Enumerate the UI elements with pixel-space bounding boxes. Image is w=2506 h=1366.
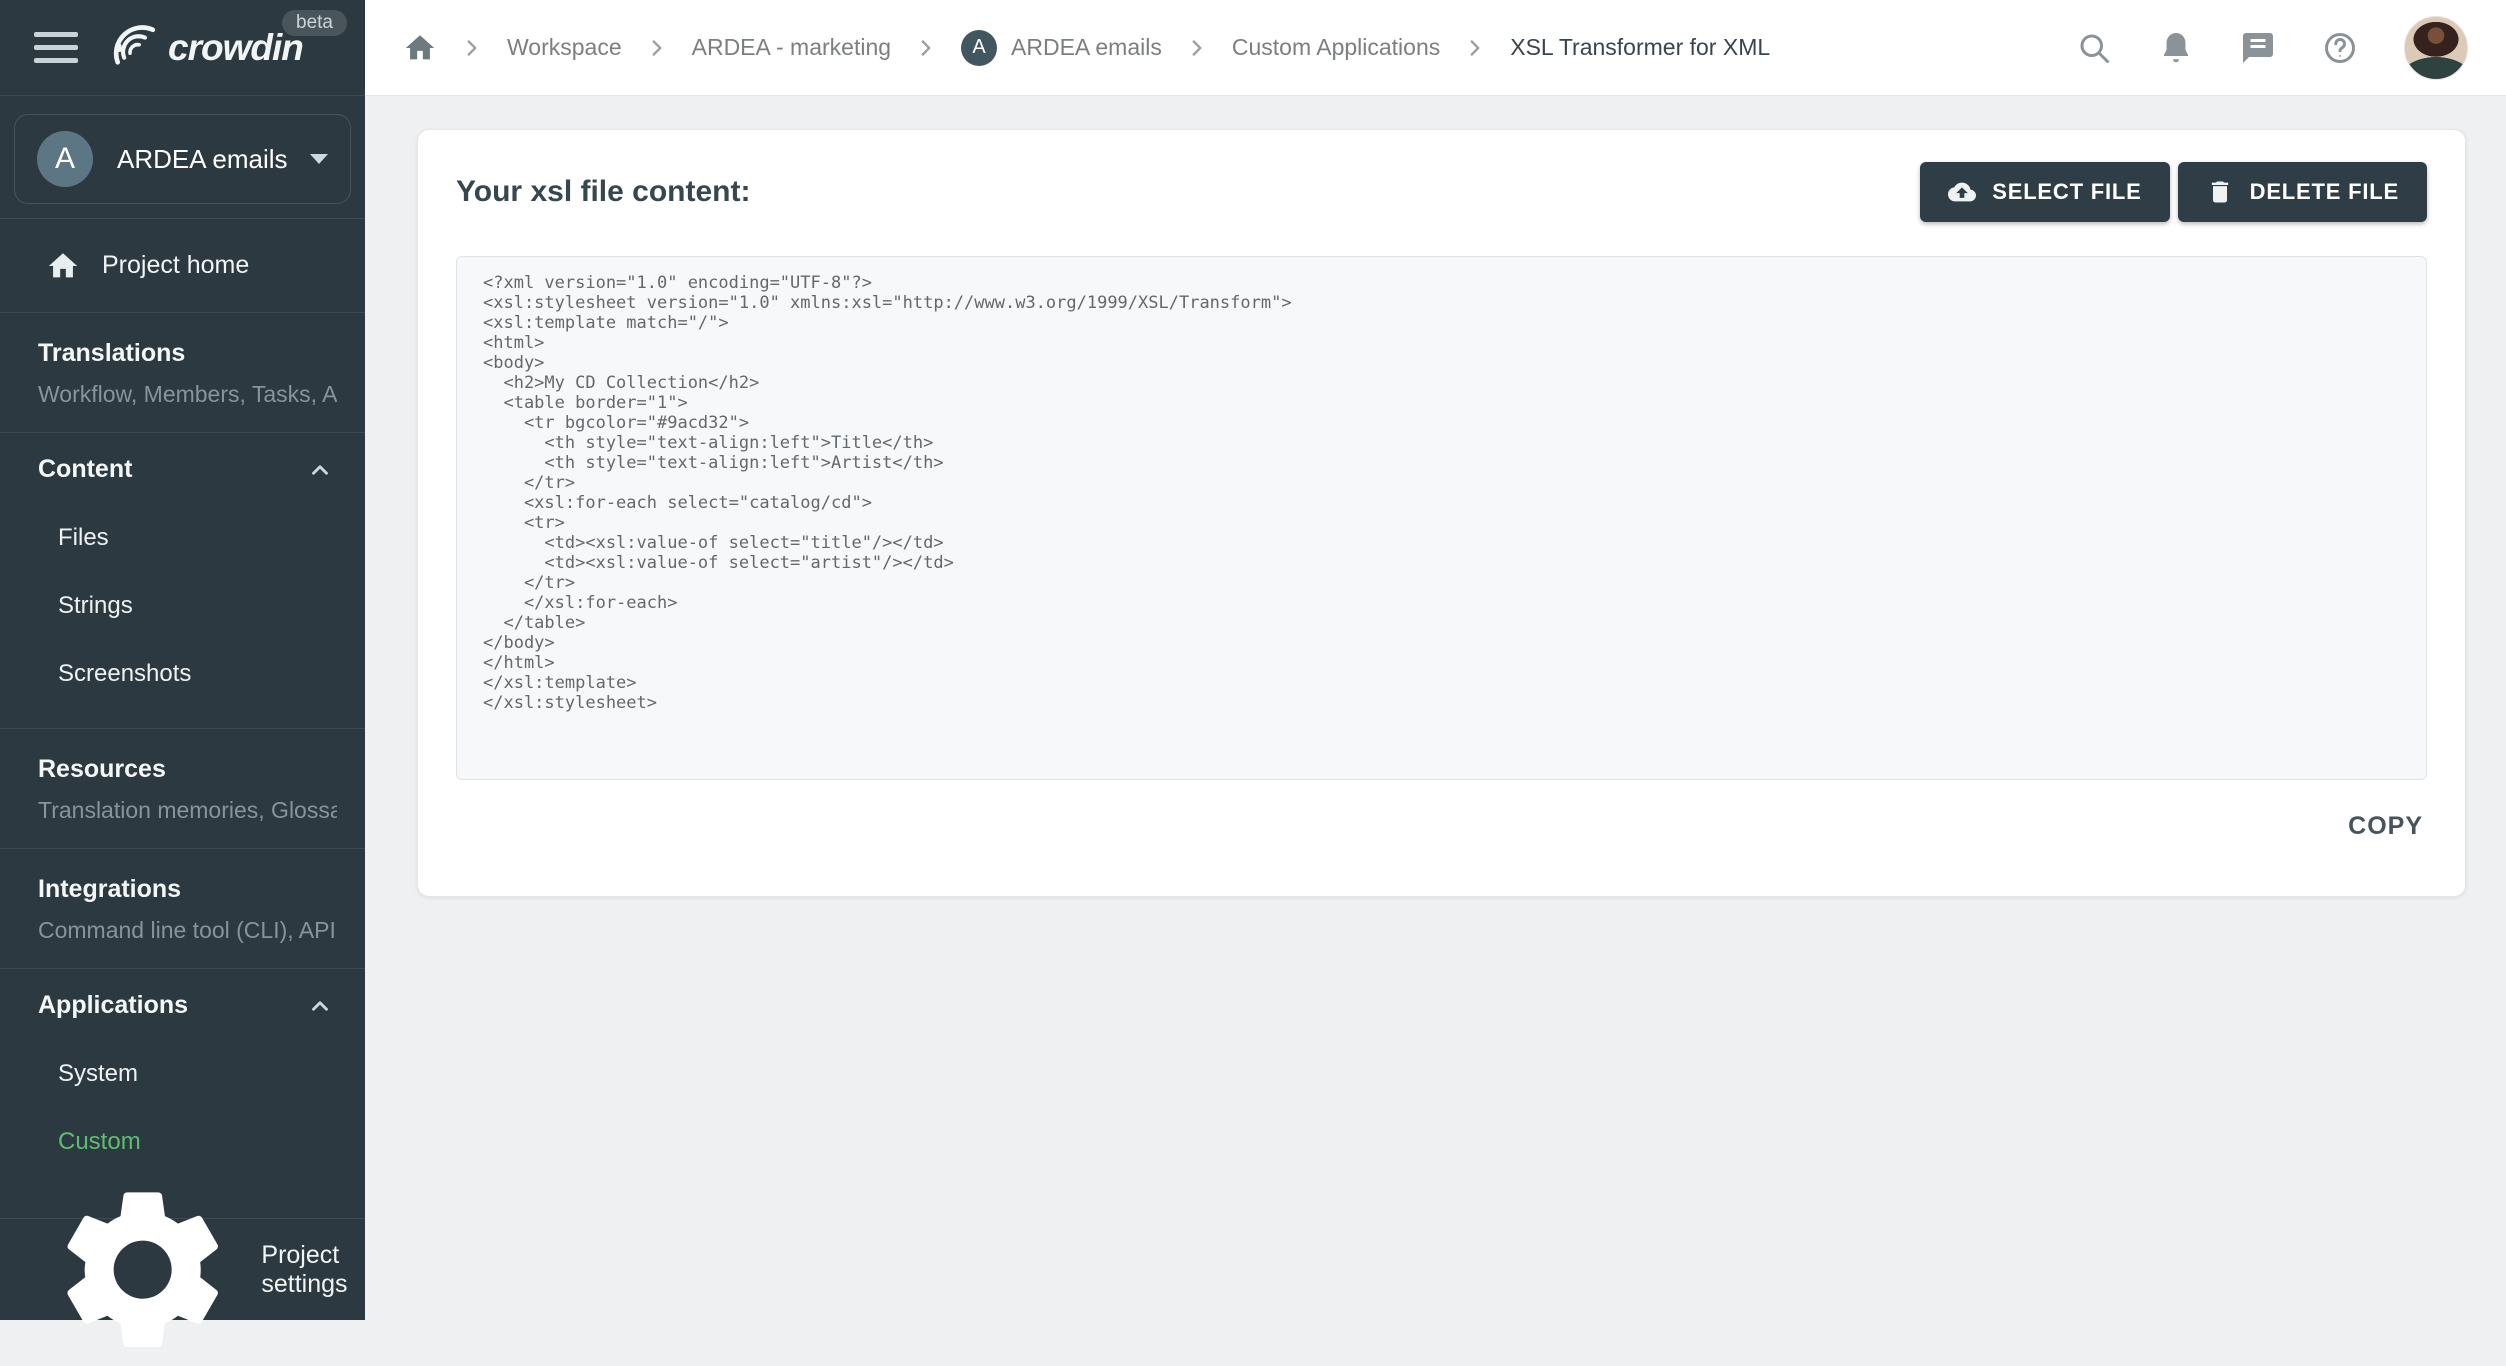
help-icon[interactable] [2322, 30, 2358, 66]
sidebar-item-label: Project home [102, 251, 249, 280]
chevron-right-icon [644, 35, 670, 61]
breadcrumb-workspace[interactable]: Workspace [507, 34, 622, 61]
crowdin-logo-text: crowdin [168, 27, 303, 69]
chevron-right-icon [1462, 35, 1488, 61]
section-title: Integrations [38, 875, 337, 904]
gear-icon [46, 1173, 239, 1366]
trash-icon [2206, 178, 2234, 206]
section-subtitle: Command line tool (CLI), API, A… [38, 917, 337, 944]
main-content: Your xsl file content: SELECT FILE DELET… [365, 96, 2506, 1320]
breadcrumb-custom-applications[interactable]: Custom Applications [1232, 34, 1440, 61]
section-subtitle: Workflow, Members, Tasks, Act… [38, 381, 337, 408]
chevron-right-icon [1184, 35, 1210, 61]
breadcrumb-project[interactable]: A ARDEA emails [961, 30, 1162, 66]
chevron-up-icon [307, 993, 333, 1019]
chevron-right-icon [459, 35, 485, 61]
beta-badge: beta [282, 10, 347, 36]
breadcrumb: Workspace ARDEA - marketing A ARDEA emai… [403, 30, 1770, 66]
section-title: Content [38, 455, 132, 484]
topbar: Workspace ARDEA - marketing A ARDEA emai… [365, 0, 2506, 96]
section-header-applications[interactable]: Applications [38, 991, 337, 1020]
sidebar-item-screenshots[interactable]: Screenshots [38, 640, 337, 708]
cloud-upload-icon [1948, 178, 1976, 206]
sidebar-logo-row: crowdin beta [0, 0, 365, 96]
messages-icon[interactable] [2240, 30, 2276, 66]
breadcrumb-current-page: XSL Transformer for XML [1510, 34, 1770, 61]
sidebar-item-files[interactable]: Files [38, 504, 337, 572]
section-subtitle: Translation memories, Glossari… [38, 797, 337, 824]
search-icon[interactable] [2076, 30, 2112, 66]
sidebar-item-strings[interactable]: Strings [38, 572, 337, 640]
sidebar-section-resources[interactable]: Resources Translation memories, Glossari… [0, 729, 365, 849]
sidebar-item-project-settings[interactable]: Project settings [0, 1218, 365, 1320]
breadcrumb-organization[interactable]: ARDEA - marketing [692, 34, 891, 61]
xsl-code-content: <?xml version="1.0" encoding="UTF-8"?> <… [483, 273, 2400, 713]
sidebar-section-content: Content Files Strings Screenshots [0, 433, 365, 729]
delete-file-label: DELETE FILE [2250, 179, 2399, 205]
sidebar-item-system[interactable]: System [38, 1040, 337, 1108]
section-title: Translations [38, 339, 337, 368]
project-avatar: A [37, 131, 93, 187]
section-header-content[interactable]: Content [38, 455, 337, 484]
section-title: Applications [38, 991, 188, 1020]
sidebar-item-custom[interactable]: Custom [38, 1108, 337, 1176]
project-selector[interactable]: A ARDEA emails [14, 114, 351, 204]
section-title: Resources [38, 755, 337, 784]
crowdin-logo[interactable]: crowdin [104, 22, 303, 74]
notifications-bell-icon[interactable] [2158, 30, 2194, 66]
xsl-code-viewer[interactable]: <?xml version="1.0" encoding="UTF-8"?> <… [456, 256, 2427, 780]
sidebar-item-label: Project settings [261, 1241, 365, 1299]
hamburger-menu-icon[interactable] [34, 24, 78, 71]
chevron-up-icon [307, 457, 333, 483]
copy-button[interactable]: COPY [2344, 806, 2427, 847]
xsl-transformer-card: Your xsl file content: SELECT FILE DELET… [417, 129, 2466, 897]
sidebar-section-translations[interactable]: Translations Workflow, Members, Tasks, A… [0, 313, 365, 433]
user-avatar[interactable] [2404, 16, 2468, 80]
delete-file-button[interactable]: DELETE FILE [2178, 162, 2427, 222]
crowdin-logo-icon [104, 22, 160, 74]
sidebar: crowdin beta A ARDEA emails Project home… [0, 0, 365, 1320]
sidebar-item-project-home[interactable]: Project home [0, 219, 365, 313]
chevron-down-icon [310, 154, 328, 164]
home-icon[interactable] [403, 31, 437, 65]
select-file-button[interactable]: SELECT FILE [1920, 162, 2169, 222]
chevron-right-icon [913, 35, 939, 61]
sidebar-section-applications: Applications System Custom [0, 969, 365, 1196]
project-selector-name: ARDEA emails [117, 144, 288, 175]
topbar-actions [2076, 16, 2468, 80]
sidebar-section-integrations[interactable]: Integrations Command line tool (CLI), AP… [0, 849, 365, 969]
select-file-label: SELECT FILE [1992, 179, 2141, 205]
breadcrumb-project-label: ARDEA emails [1011, 34, 1162, 61]
page-title: Your xsl file content: [456, 175, 750, 209]
home-icon [46, 249, 80, 283]
project-avatar: A [961, 30, 997, 66]
